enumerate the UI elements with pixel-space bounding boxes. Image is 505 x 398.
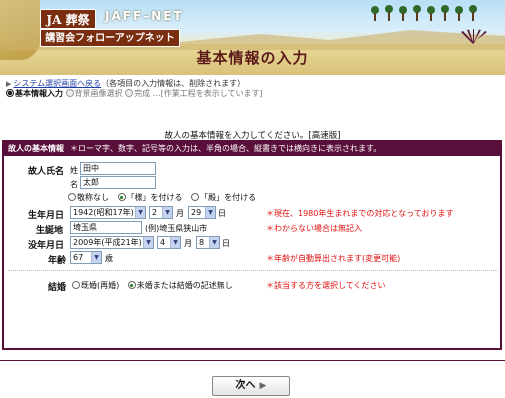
step-3: 完成 xyxy=(125,89,150,98)
age-unit: 歳 xyxy=(105,254,113,263)
marriage-note: ＊該当する方を選択してください xyxy=(266,281,386,290)
footer-divider xyxy=(0,360,505,361)
select-value: 67 xyxy=(73,253,84,262)
honorific-options: 敬称なし 「様」を付ける 「殿」を付ける xyxy=(68,192,262,203)
chevron-down-icon: ▼ xyxy=(91,252,101,263)
birth-day-select[interactable]: 29 ▼ xyxy=(188,206,216,219)
surname-input[interactable]: 田中 xyxy=(80,162,156,175)
age-label: 年齢 xyxy=(48,256,67,266)
option-label: 「様」を付ける xyxy=(126,193,183,202)
panel-note: ＊ローマ字、数字、記号等の入力は、半角の場合、縦書きでは横向きに表示されます。 xyxy=(70,144,382,153)
birthplace-note: ＊わからない場合は無記入 xyxy=(266,224,362,233)
option-label: 既婚(再婚) xyxy=(81,281,120,290)
given-name-label: 名 xyxy=(70,180,78,189)
play-icon: ▶ xyxy=(259,381,267,391)
option-label: 敬称なし xyxy=(77,193,109,202)
select-value: 1942(昭和17年) xyxy=(73,208,134,217)
divider xyxy=(8,270,498,271)
death-date-label: 没年月日 xyxy=(28,241,65,251)
step-label: 完成 xyxy=(134,89,151,98)
step-pending-icon xyxy=(65,89,74,97)
panel-title: 故人の基本情報 xyxy=(8,144,64,153)
step-2: 背景画像選択 xyxy=(65,89,123,98)
chevron-down-icon: ▼ xyxy=(162,207,172,218)
day-unit: 日 xyxy=(218,209,226,218)
ja-logo: JA 葬祭 xyxy=(40,9,96,29)
radio-icon xyxy=(72,281,80,289)
given-name-input[interactable]: 太郎 xyxy=(80,176,156,189)
panel-header: 故人の基本情報 ＊ローマ字、数字、記号等の入力は、半角の場合、縦書きでは横向きに表… xyxy=(4,142,500,156)
name-label: 故人氏名 xyxy=(28,167,65,177)
marriage-options: 既婚(再婚) 未婚または結婚の記述無し xyxy=(72,280,239,291)
option-label: 未婚または結婚の記述無し xyxy=(136,281,233,290)
step-label: 背景画像選択 xyxy=(74,89,123,98)
chevron-down-icon: ▼ xyxy=(209,237,219,248)
birth-date-label: 生年月日 xyxy=(28,211,65,221)
next-button[interactable]: 次へ ▶ xyxy=(212,376,290,396)
death-day-select[interactable]: 8 ▼ xyxy=(196,236,220,249)
day-unit: 日 xyxy=(222,239,230,248)
radio-checked-icon xyxy=(117,193,126,201)
steps-note: …[作業工程を表示しています] xyxy=(152,89,263,98)
birthplace-label: 生誕地 xyxy=(36,226,64,236)
select-value: 2 xyxy=(152,208,158,217)
next-button-label: 次へ xyxy=(235,380,256,391)
select-value: 2009年(平成21年) xyxy=(73,238,142,247)
birth-year-select[interactable]: 1942(昭和17年) ▼ xyxy=(70,206,146,219)
step-indicator: 基本情報入力 背景画像選択 完成 …[作業工程を表示しています] xyxy=(6,88,263,99)
age-select[interactable]: 67 ▼ xyxy=(70,251,102,264)
month-unit: 月 xyxy=(176,209,184,218)
triangle-right-icon: ▶ xyxy=(6,80,12,88)
birthplace-example: (例)埼玉県狭山市 xyxy=(145,224,208,233)
step-current-icon xyxy=(6,89,14,97)
birthplace-input[interactable]: 埼玉県 xyxy=(70,221,142,234)
radio-checked-icon xyxy=(127,281,136,289)
honorific-dono[interactable]: 「殿」を付ける xyxy=(191,193,256,202)
header-banner: JA 葬祭 JAFF–NET 講習会フォローアップネット 基本情報の入力 xyxy=(0,0,505,75)
radio-icon xyxy=(68,193,76,201)
back-note: （各項目の入力情報は、削除されます） xyxy=(101,79,246,88)
age-note: ＊年齢が自動算出されます(変更可能) xyxy=(266,254,401,263)
select-value: 8 xyxy=(199,238,205,247)
chevron-down-icon: ▼ xyxy=(205,207,215,218)
select-value: 29 xyxy=(191,208,202,217)
marriage-married[interactable]: 既婚(再婚) xyxy=(72,281,119,290)
birth-month-select[interactable]: 2 ▼ xyxy=(149,206,173,219)
marriage-unmarried[interactable]: 未婚または結婚の記述無し xyxy=(127,281,233,290)
back-to-system-link[interactable]: システム選択画面へ戻る xyxy=(13,79,101,88)
emblem-icon xyxy=(461,29,487,44)
chevron-down-icon: ▼ xyxy=(135,207,145,218)
marriage-label: 結婚 xyxy=(48,283,67,293)
site-subtitle: 講習会フォローアップネット xyxy=(40,29,180,47)
page-title: 基本情報の入力 xyxy=(196,49,309,67)
honorific-sama[interactable]: 「様」を付ける xyxy=(117,193,183,202)
trees-decoration xyxy=(371,5,477,21)
step-label: 基本情報入力 xyxy=(15,89,63,98)
death-month-select[interactable]: 4 ▼ xyxy=(157,236,181,249)
surname-label: 姓 xyxy=(70,166,78,175)
death-year-select[interactable]: 2009年(平成21年) ▼ xyxy=(70,236,154,249)
radio-icon xyxy=(191,193,200,201)
chevron-down-icon: ▼ xyxy=(170,237,180,248)
chevron-down-icon: ▼ xyxy=(143,237,153,248)
select-value: 4 xyxy=(160,238,166,247)
step-pending-icon xyxy=(125,89,134,97)
birth-note: ＊現在、1980年生まれまでの対応となっております xyxy=(266,209,454,218)
month-unit: 月 xyxy=(184,239,192,248)
step-1: 基本情報入力 xyxy=(6,89,63,98)
jaff-net-logo: JAFF–NET xyxy=(105,9,184,23)
basic-info-panel: 故人の基本情報 ＊ローマ字、数字、記号等の入力は、半角の場合、縦書きでは横向きに表… xyxy=(2,140,502,350)
honorific-none[interactable]: 敬称なし xyxy=(68,193,109,202)
option-label: 「殿」を付ける xyxy=(200,193,257,202)
